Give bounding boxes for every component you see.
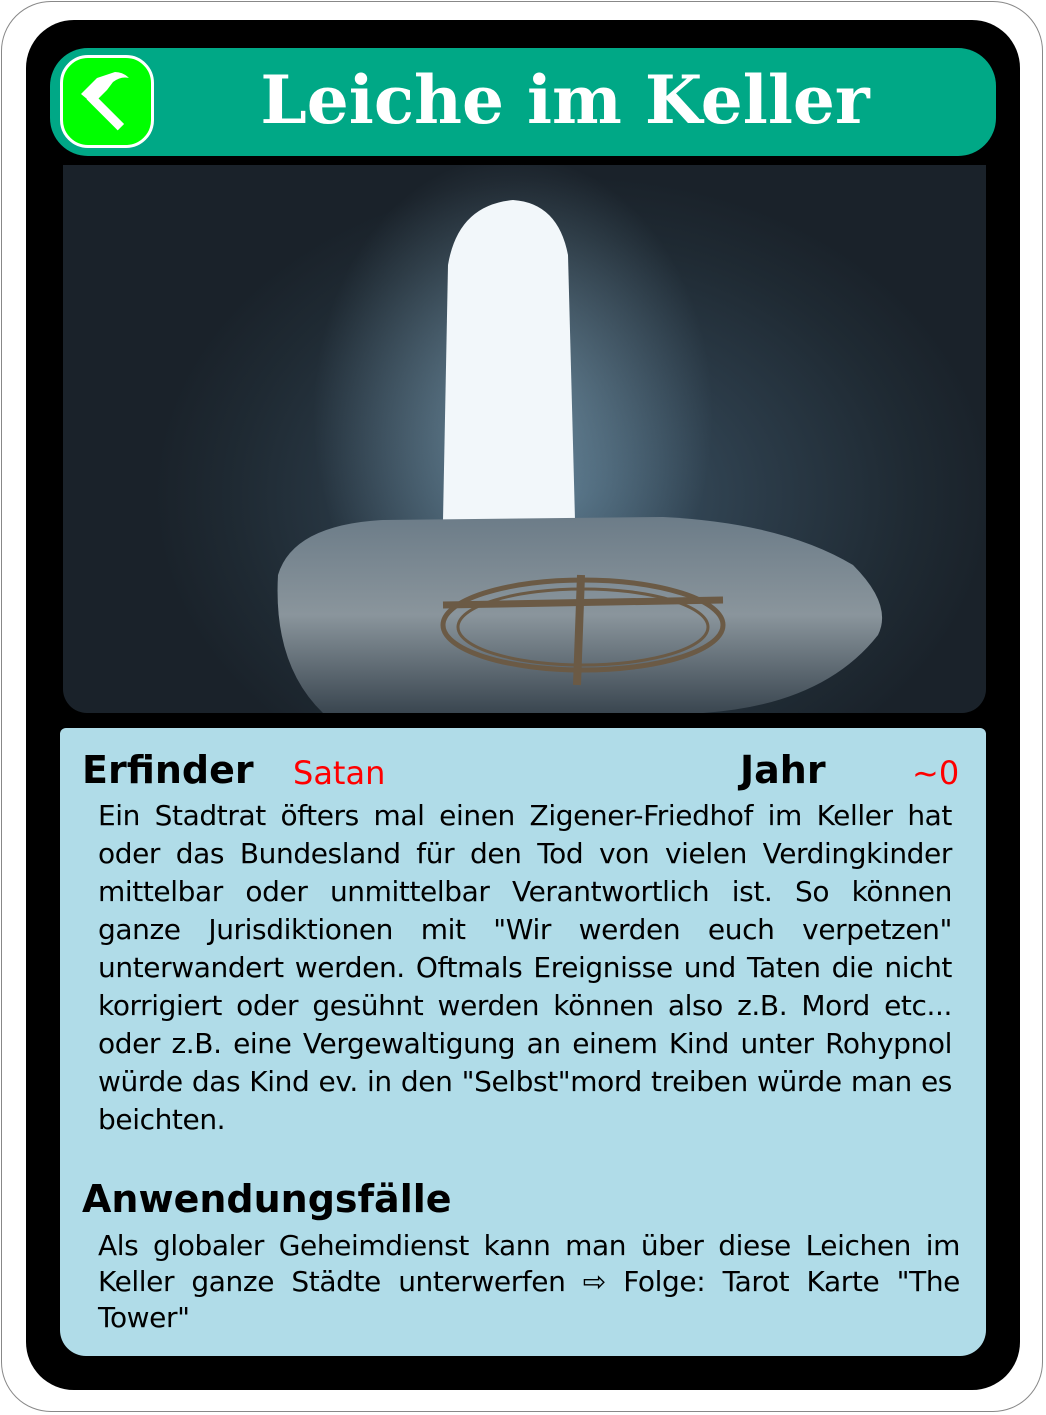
use-cases-label: Anwendungsfälle bbox=[82, 1177, 452, 1221]
cellar-window-image bbox=[277, 165, 883, 713]
inventor-label: Erfinder bbox=[82, 748, 254, 792]
inventor-value: Satan bbox=[293, 754, 386, 792]
use-cases-text: Als globaler Geheimdienst kann man über … bbox=[98, 1229, 960, 1334]
card-title: Leiche im Keller bbox=[260, 61, 870, 139]
card-illustration bbox=[63, 165, 986, 713]
year-value: ~0 bbox=[912, 754, 960, 792]
category-badge bbox=[60, 55, 154, 148]
hammer-icon bbox=[81, 72, 129, 131]
description-text: Ein Stadtrat öfters mal einen Zigener-Fr… bbox=[98, 799, 952, 1136]
year-label: Jahr bbox=[740, 748, 826, 792]
